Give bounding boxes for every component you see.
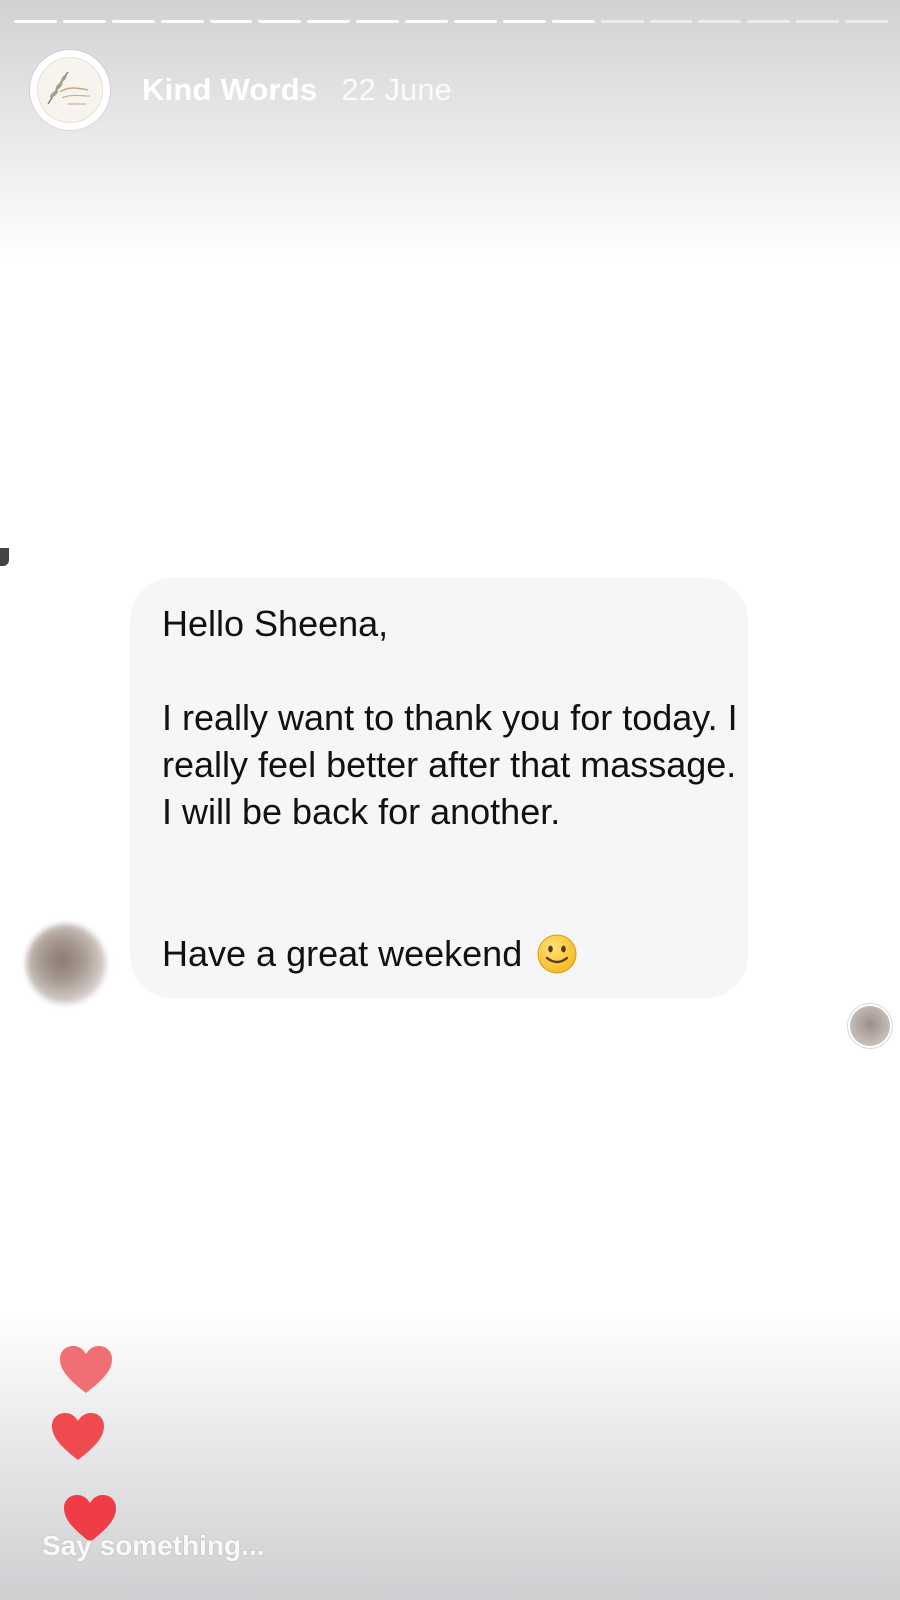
reply-input[interactable]: Say something... [42,1530,265,1562]
message-closing-line: Have a great weekend [162,930,742,977]
story-progress-segment [845,20,889,23]
story-progress-segment [551,20,595,23]
story-progress-segment [62,20,106,23]
story-header: Kind Words 22 June [30,50,452,130]
brand-logo-icon [37,57,103,123]
story-progress-segment [14,20,57,23]
heart-icon [58,1345,114,1395]
story-date: 22 June [341,72,452,107]
message-body: I really want to thank you for today. I … [162,697,738,832]
message-greeting: Hello Sheena, [162,603,389,644]
message-closing: Have a great weekend [162,933,523,974]
edge-marker [0,548,9,566]
story-progress-segment [502,20,546,23]
story-progress-segment [698,20,742,23]
story-progress-segment [258,20,302,23]
heart-icon [50,1412,106,1462]
smiley-emoji-icon [536,933,578,975]
story-progress-segment [160,20,204,23]
story-progress-segment [111,20,155,23]
message-bubble: Hello Sheena, I really want to thank you… [130,578,748,998]
sender-avatar [26,924,106,1004]
story-progress-segment [356,20,400,23]
profile-avatar[interactable] [30,50,110,130]
story-title[interactable]: Kind Words [142,72,317,108]
story-progress-segment [600,20,644,23]
story-progress-segment [307,20,351,23]
top-gradient [0,0,900,260]
story-progress-segment [454,20,497,23]
story-progress-segment [209,20,253,23]
story-progress-bar [14,20,889,24]
story-progress-segment [405,20,449,23]
story-progress-segment [649,20,693,23]
seen-avatar [850,1006,890,1046]
story-progress-segment [796,20,840,23]
story-progress-segment [747,20,791,23]
